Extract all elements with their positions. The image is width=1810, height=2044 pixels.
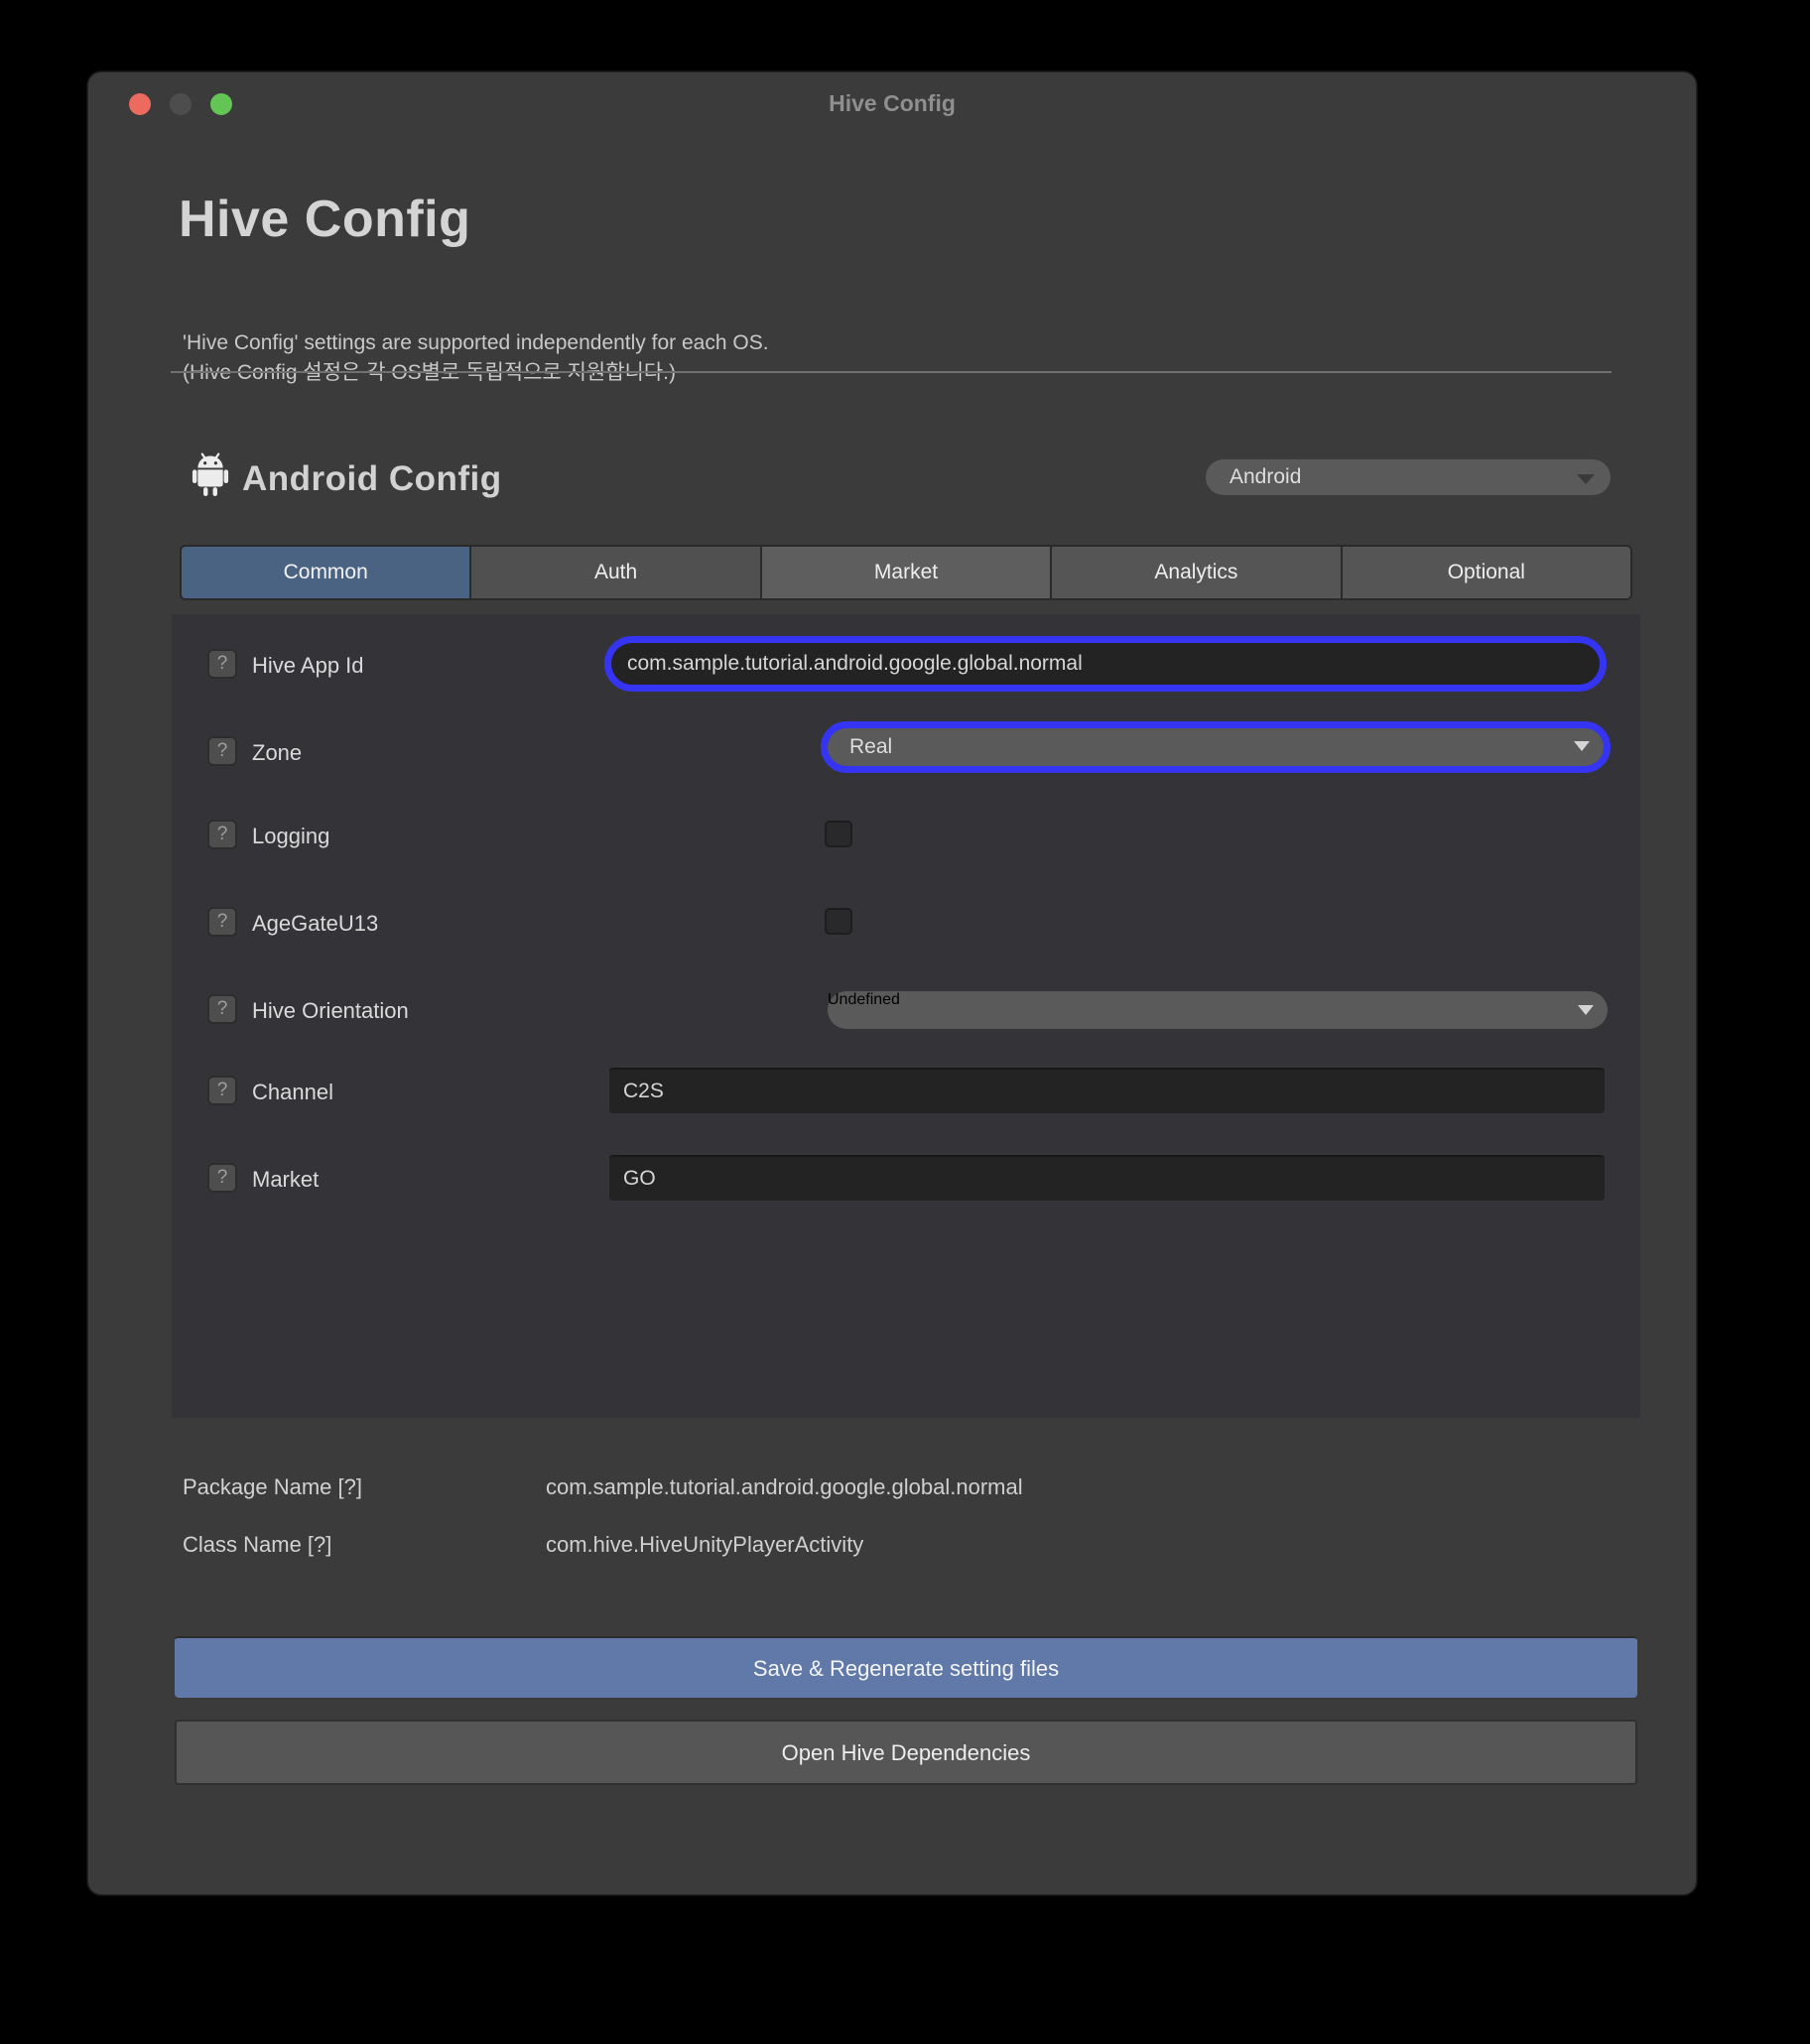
hive-orientation-dropdown[interactable]: Undefined <box>828 991 1608 1029</box>
help-button-logging[interactable]: ? <box>207 820 237 849</box>
subtitle-line-ko: (Hive Config 설정은 각 OS별로 독립적으로 지원합니다.) <box>183 358 769 388</box>
hive-app-id-input[interactable] <box>611 643 1600 685</box>
field-label-zone: Zone <box>252 740 302 766</box>
field-label-agegateu13: AgeGateU13 <box>252 911 378 937</box>
section-title: Android Config <box>242 459 502 499</box>
page-subtitle: 'Hive Config' settings are supported ind… <box>183 328 769 388</box>
logging-checkbox[interactable] <box>825 821 852 847</box>
page-title: Hive Config <box>179 190 470 249</box>
hive-config-window: Hive Config Hive Config 'Hive Config' se… <box>87 71 1697 1895</box>
divider <box>171 371 1612 373</box>
tab-bar: Common Auth Market Analytics Optional <box>180 545 1632 600</box>
field-label-channel: Channel <box>252 1080 333 1105</box>
os-dropdown-value: Android <box>1229 459 1301 495</box>
help-button-market[interactable]: ? <box>207 1163 237 1193</box>
hive-app-id-focus-ring <box>604 636 1607 692</box>
window-title: Hive Config <box>88 72 1696 134</box>
android-robot-icon <box>192 451 229 497</box>
chevron-down-icon <box>1574 741 1590 751</box>
os-dropdown[interactable]: Android <box>1206 459 1611 495</box>
zone-focus-ring: Real <box>821 721 1611 773</box>
subtitle-line-en: 'Hive Config' settings are supported ind… <box>183 328 769 358</box>
tab-analytics[interactable]: Analytics <box>1052 547 1340 598</box>
field-label-market: Market <box>252 1167 319 1193</box>
field-label-logging: Logging <box>252 824 329 849</box>
package-name-value: com.sample.tutorial.android.google.globa… <box>546 1474 1023 1500</box>
chevron-down-icon <box>1578 1005 1594 1015</box>
save-regenerate-button[interactable]: Save & Regenerate setting files <box>175 1636 1637 1698</box>
zone-dropdown[interactable]: Real <box>828 728 1604 766</box>
help-button-hive-orientation[interactable]: ? <box>207 994 237 1024</box>
common-tab-panel: ? Hive App Id ? Zone Real ? Logging ? Ag… <box>172 614 1640 1418</box>
help-button-channel[interactable]: ? <box>207 1076 237 1105</box>
field-label-hive-orientation: Hive Orientation <box>252 998 409 1024</box>
chevron-down-icon <box>1577 474 1595 484</box>
tab-common[interactable]: Common <box>182 547 469 598</box>
tab-auth[interactable]: Auth <box>471 547 759 598</box>
channel-input[interactable] <box>609 1068 1605 1113</box>
help-button-agegateu13[interactable]: ? <box>207 907 237 937</box>
open-hive-dependencies-button[interactable]: Open Hive Dependencies <box>175 1720 1637 1785</box>
market-input[interactable] <box>609 1155 1605 1201</box>
package-name-label: Package Name [?] <box>183 1474 362 1500</box>
help-button-hive-app-id[interactable]: ? <box>207 649 237 679</box>
help-button-zone[interactable]: ? <box>207 736 237 766</box>
tab-optional[interactable]: Optional <box>1343 547 1630 598</box>
hive-orientation-dropdown-value: Undefined <box>828 991 900 1008</box>
zone-dropdown-value: Real <box>849 728 892 766</box>
class-name-label: Class Name [?] <box>183 1532 331 1558</box>
class-name-value: com.hive.HiveUnityPlayerActivity <box>546 1532 863 1558</box>
titlebar: Hive Config <box>88 72 1696 134</box>
field-label-hive-app-id: Hive App Id <box>252 653 364 679</box>
agegateu13-checkbox[interactable] <box>825 908 852 935</box>
tab-market[interactable]: Market <box>762 547 1050 598</box>
